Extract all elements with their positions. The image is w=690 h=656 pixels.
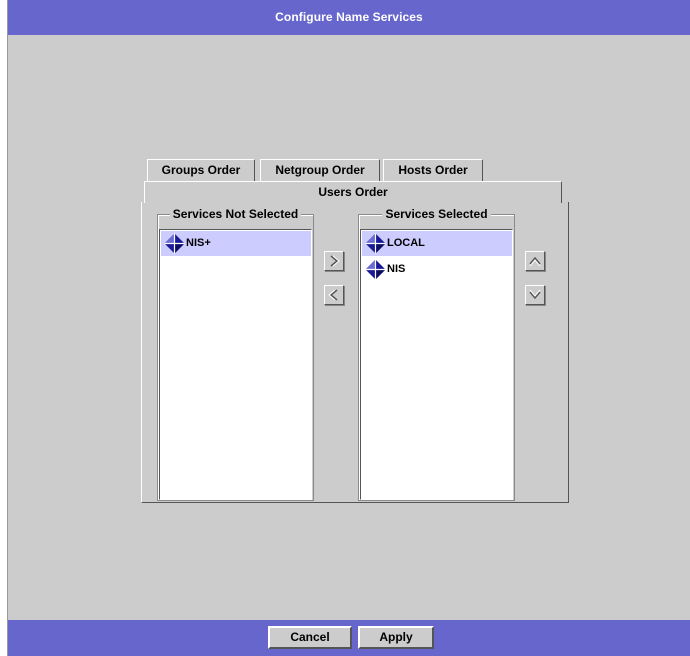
- move-down-button[interactable]: [525, 285, 545, 305]
- chevron-up-icon: [529, 256, 541, 267]
- name-service-diamond-icon: [365, 233, 386, 254]
- services-selected-list[interactable]: LOCAL NIS: [360, 229, 513, 500]
- chevron-down-icon: [529, 289, 541, 300]
- apply-button[interactable]: Apply: [358, 626, 434, 649]
- list-item-nis-plus[interactable]: NIS+: [161, 231, 311, 256]
- cancel-button[interactable]: Cancel: [268, 626, 352, 649]
- list-item-nis[interactable]: NIS: [362, 257, 512, 282]
- window-left-edge: [0, 0, 8, 656]
- tab-users-order[interactable]: Users Order: [144, 181, 562, 203]
- move-up-button[interactable]: [525, 251, 545, 271]
- list-item-label: LOCAL: [387, 237, 425, 249]
- configure-name-services-window: Configure Name Services Groups Order Net…: [0, 0, 690, 656]
- list-item-label: NIS: [387, 263, 406, 275]
- list-item-local[interactable]: LOCAL: [362, 231, 512, 256]
- services-not-selected-list[interactable]: NIS+: [159, 229, 312, 500]
- tab-hosts-order[interactable]: Hosts Order: [383, 159, 483, 181]
- list-item-label: NIS+: [186, 237, 211, 249]
- remove-service-button[interactable]: [324, 285, 344, 305]
- name-service-diamond-icon: [164, 233, 185, 254]
- add-service-button[interactable]: [324, 251, 344, 271]
- chevron-right-icon: [330, 255, 340, 267]
- services-selected-title: Services Selected: [382, 207, 491, 221]
- name-service-diamond-icon: [365, 259, 386, 280]
- tab-groups-order[interactable]: Groups Order: [147, 159, 255, 181]
- chevron-left-icon: [328, 289, 338, 301]
- services-not-selected-title: Services Not Selected: [169, 207, 302, 221]
- tab-netgroup-order[interactable]: Netgroup Order: [260, 159, 380, 181]
- window-title: Configure Name Services: [8, 0, 690, 35]
